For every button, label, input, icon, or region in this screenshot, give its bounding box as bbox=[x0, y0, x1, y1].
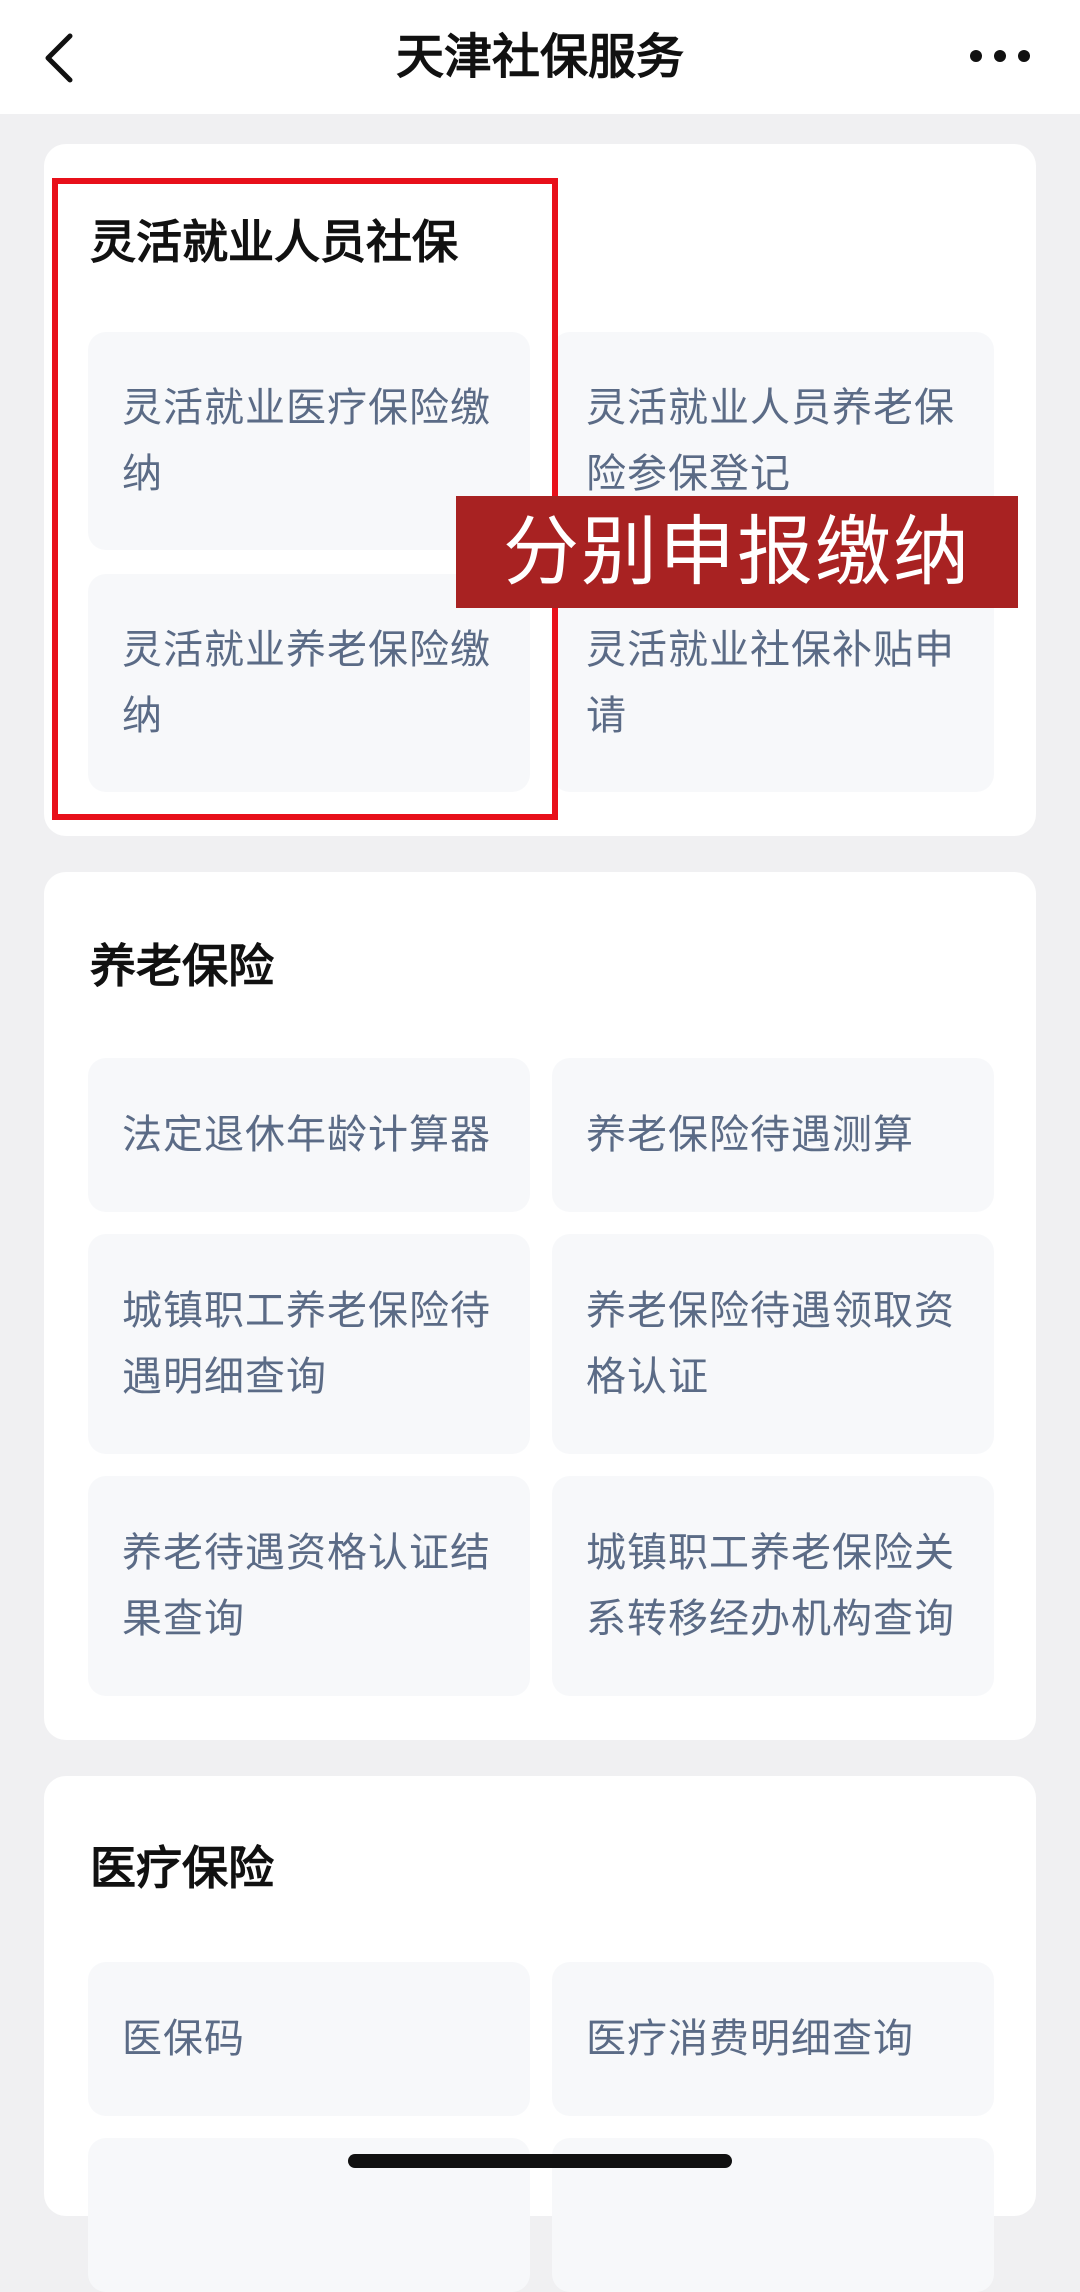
service-tile-label: 法定退休年龄计算器 bbox=[122, 1112, 491, 1158]
service-tile-label: 灵活就业医疗保险缴纳 bbox=[122, 385, 491, 497]
section-card-flexible-employment: 灵活就业人员社保 灵活就业医疗保险缴纳 灵活就业人员养老保险参保登记 灵活就业养… bbox=[44, 144, 1036, 836]
section-card-medical-insurance: 医疗保险 医保码 医疗消费明细查询 bbox=[44, 1776, 1036, 2292]
section-card-pension-insurance: 养老保险 法定退休年龄计算器 养老保险待遇测算 城镇职工养老保险待遇明细查询 养… bbox=[44, 872, 1036, 1740]
service-tile-label: 城镇职工养老保险待遇明细查询 bbox=[122, 1288, 491, 1400]
chevron-left-icon bbox=[45, 33, 73, 83]
service-tile-label: 养老保险待遇测算 bbox=[586, 1112, 914, 1158]
service-tile[interactable]: 医保码 bbox=[88, 1962, 530, 2116]
page-title: 天津社保服务 bbox=[395, 29, 684, 85]
more-dots-icon bbox=[970, 50, 1030, 62]
service-tile-label: 医保码 bbox=[122, 2016, 245, 2062]
section-title: 医疗保险 bbox=[90, 1841, 274, 1895]
back-button[interactable] bbox=[36, 22, 96, 92]
more-button[interactable] bbox=[960, 30, 1040, 84]
service-tile-label: 城镇职工养老保险关系转移经办机构查询 bbox=[586, 1530, 955, 1642]
service-tile-label: 养老待遇资格认证结果查询 bbox=[122, 1530, 491, 1642]
service-tile[interactable]: 城镇职工养老保险关系转移经办机构查询 bbox=[552, 1476, 994, 1696]
service-tile-label: 灵活就业养老保险缴纳 bbox=[122, 627, 491, 739]
service-tile[interactable]: 城镇职工养老保险待遇明细查询 bbox=[88, 1234, 530, 1454]
service-tile-label: 养老保险待遇领取资格认证 bbox=[586, 1288, 955, 1400]
service-tile[interactable]: 养老保险待遇测算 bbox=[552, 1058, 994, 1212]
service-tile[interactable]: 医疗消费明细查询 bbox=[552, 1962, 994, 2116]
service-tile-label: 灵活就业人员养老保险参保登记 bbox=[586, 385, 955, 497]
service-tile[interactable]: 养老保险待遇领取资格认证 bbox=[552, 1234, 994, 1454]
service-tile[interactable]: 法定退休年龄计算器 bbox=[88, 1058, 530, 1212]
annotation-banner: 分别申报缴纳 bbox=[456, 496, 1018, 608]
section-title: 灵活就业人员社保 bbox=[90, 215, 458, 269]
home-indicator[interactable] bbox=[348, 2154, 732, 2168]
service-tile-label: 医疗消费明细查询 bbox=[586, 2016, 914, 2062]
service-tile-label: 灵活就业社保补贴申请 bbox=[586, 627, 955, 739]
service-tile[interactable]: 养老待遇资格认证结果查询 bbox=[88, 1476, 530, 1696]
section-title: 养老保险 bbox=[90, 939, 274, 993]
nav-bar: 天津社保服务 bbox=[0, 0, 1080, 114]
